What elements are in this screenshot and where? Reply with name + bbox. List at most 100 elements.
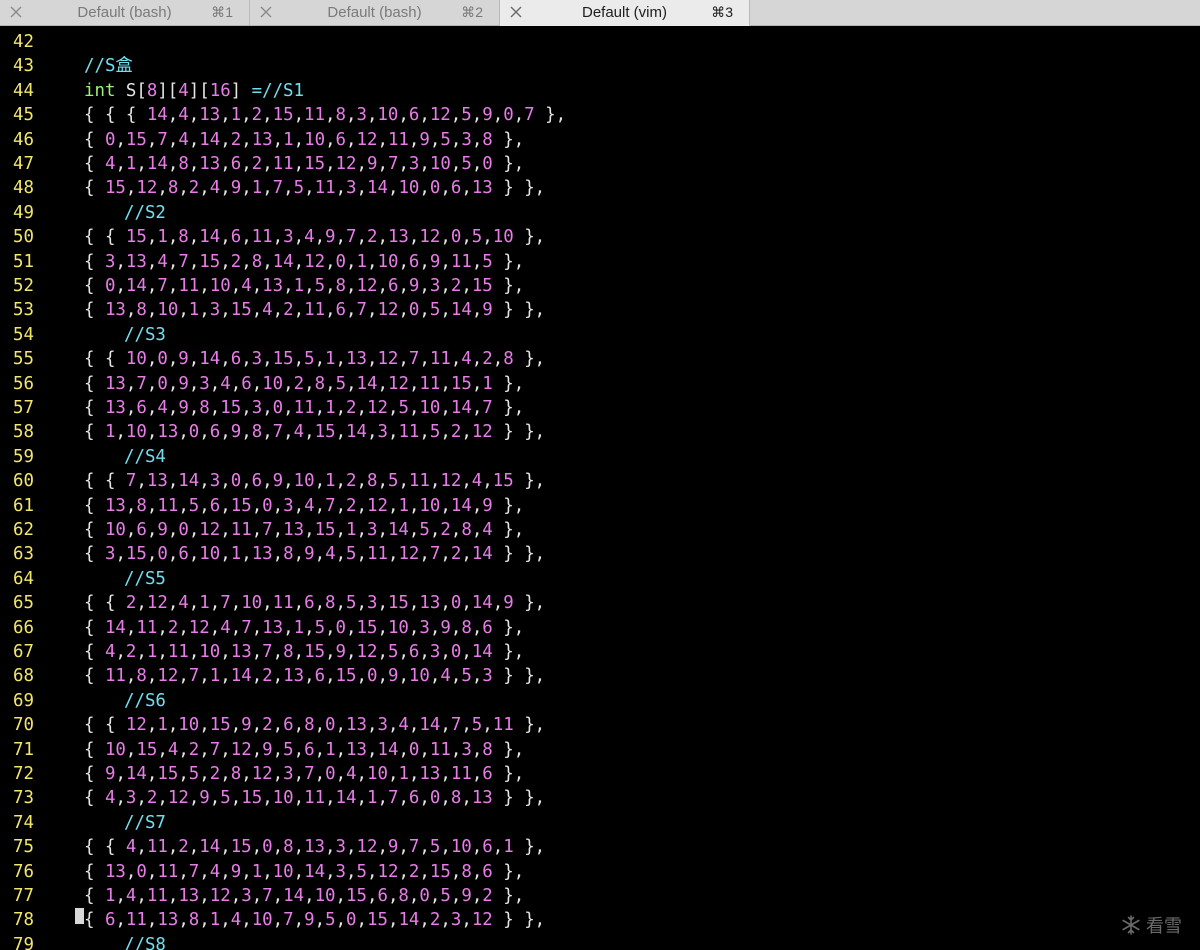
editor-line[interactable]: 50 { { 15,1,8,14,6,11,3,4,9,7,2,13,12,0,5…: [0, 225, 1200, 249]
tab-bash-1[interactable]: Default (bash) ⌘1: [0, 0, 250, 26]
line-code: //S6: [124, 690, 166, 711]
tab-vim-3[interactable]: Default (vim) ⌘3: [500, 0, 750, 26]
editor-line[interactable]: 79 //S8: [0, 933, 1200, 950]
editor-line[interactable]: 64 //S5: [0, 567, 1200, 591]
editor-line[interactable]: 47 { 4,1,14,8,13,6,2,11,15,12,9,7,3,10,5,…: [0, 152, 1200, 176]
line-number: 54: [13, 324, 34, 345]
line-number: 44: [13, 80, 34, 101]
editor-line[interactable]: 66 { 14,11,2,12,4,7,13,1,5,0,15,10,3,9,8,…: [0, 616, 1200, 640]
editor-line[interactable]: 60 { { 7,13,14,3,0,6,9,10,1,2,8,5,11,12,4…: [0, 469, 1200, 493]
line-code: { 10,15,4,2,7,12,9,5,6,1,13,14,0,11,3,8 …: [84, 739, 525, 760]
line-number: 73: [13, 788, 34, 809]
editor-line[interactable]: 70 { { 12,1,10,15,9,2,6,8,0,13,3,4,14,7,5…: [0, 713, 1200, 737]
line-code: { { 12,1,10,15,9,2,6,8,0,13,3,4,14,7,5,1…: [84, 715, 546, 736]
line-number: 74: [13, 812, 34, 833]
editor-line[interactable]: 51 { 3,13,4,7,15,2,8,14,12,0,1,10,6,9,11,…: [0, 250, 1200, 274]
line-code: { 14,11,2,12,4,7,13,1,5,0,15,10,3,9,8,6 …: [84, 617, 525, 638]
line-number: 78: [13, 910, 34, 931]
editor-line[interactable]: 65 { { 2,12,4,1,7,10,11,6,8,5,3,15,13,0,1…: [0, 591, 1200, 615]
line-code: //S3: [124, 324, 166, 345]
line-number: 66: [13, 617, 34, 638]
editor-line[interactable]: 76 { 13,0,11,7,4,9,1,10,14,3,5,12,2,15,8,…: [0, 860, 1200, 884]
watermark: 看雪: [1120, 912, 1182, 938]
line-number: 48: [13, 178, 34, 199]
line-number: 68: [13, 666, 34, 687]
line-code: { { 15,1,8,14,6,11,3,4,9,7,2,13,12,0,5,1…: [84, 227, 546, 248]
line-number: 55: [13, 349, 34, 370]
editor-line[interactable]: 52 { 0,14,7,11,10,4,13,1,5,8,12,6,9,3,2,1…: [0, 274, 1200, 298]
line-number: 43: [13, 56, 34, 77]
line-number: 58: [13, 422, 34, 443]
line-code: { 9,14,15,5,2,8,12,3,7,0,4,10,1,13,11,6 …: [84, 764, 525, 784]
line-number: 56: [13, 373, 34, 394]
line-number: 67: [13, 642, 34, 662]
line-code: { { 7,13,14,3,0,6,9,10,1,2,8,5,11,12,4,1…: [84, 471, 546, 492]
line-number: 69: [13, 690, 34, 711]
line-number: 42: [13, 32, 34, 52]
editor-line[interactable]: 69 //S6: [0, 689, 1200, 713]
text-cursor: [75, 908, 84, 924]
line-code: { 11,8,12,7,1,14,2,13,6,15,0,9,10,4,5,3 …: [84, 666, 546, 687]
line-number: 46: [13, 129, 34, 150]
line-code: { 13,0,11,7,4,9,1,10,14,3,5,12,2,15,8,6 …: [84, 861, 525, 882]
tab-shortcut: ⌘2: [461, 4, 483, 20]
line-code: { { 4,11,2,14,15,0,8,13,3,12,9,7,5,10,6,…: [84, 837, 546, 858]
line-code: { 15,12,8,2,4,9,1,7,5,11,3,14,10,0,6,13 …: [84, 178, 546, 199]
line-number: 49: [13, 202, 34, 223]
editor-line[interactable]: 43 //S盒: [0, 54, 1200, 78]
editor-line[interactable]: 72 { 9,14,15,5,2,8,12,3,7,0,4,10,1,13,11,…: [0, 762, 1200, 786]
line-code: { { 10,0,9,14,6,3,15,5,1,13,12,7,11,4,2,…: [84, 349, 546, 370]
line-number: 71: [13, 739, 34, 760]
line-number: 76: [13, 861, 34, 882]
line-number: 63: [13, 544, 34, 565]
line-number: 60: [13, 471, 34, 492]
tab-bash-2[interactable]: Default (bash) ⌘2: [250, 0, 500, 26]
line-code: { 0,14,7,11,10,4,13,1,5,8,12,6,9,3,2,15 …: [84, 276, 525, 296]
editor-line[interactable]: 68 { 11,8,12,7,1,14,2,13,6,15,0,9,10,4,5,…: [0, 664, 1200, 688]
editor-line[interactable]: 61 { 13,8,11,5,6,15,0,3,4,7,2,12,1,10,14,…: [0, 494, 1200, 518]
editor-line[interactable]: 63 { 3,15,0,6,10,1,13,8,9,4,5,11,12,7,2,1…: [0, 542, 1200, 566]
editor-line[interactable]: 42: [0, 30, 1200, 54]
line-number: 53: [13, 300, 34, 321]
editor-line[interactable]: 54 //S3: [0, 323, 1200, 347]
line-code: //S2: [124, 202, 166, 223]
editor-line[interactable]: 57 { 13,6,4,9,8,15,3,0,11,1,2,12,5,10,14,…: [0, 396, 1200, 420]
line-number: 52: [13, 276, 34, 296]
editor-line[interactable]: 55 { { 10,0,9,14,6,3,15,5,1,13,12,7,11,4,…: [0, 347, 1200, 371]
line-code: //S盒: [84, 56, 133, 77]
editor-line[interactable]: 78 { 6,11,13,8,1,4,10,7,9,5,0,15,14,2,3,1…: [0, 908, 1200, 932]
editor-line[interactable]: 56 { 13,7,0,9,3,4,6,10,2,8,5,14,12,11,15,…: [0, 372, 1200, 396]
line-code: { 4,1,14,8,13,6,2,11,15,12,9,7,3,10,5,0 …: [84, 154, 525, 174]
tab-bar: Default (bash) ⌘1 Default (bash) ⌘2 Defa…: [0, 0, 1200, 26]
line-code: { 13,8,11,5,6,15,0,3,4,7,2,12,1,10,14,9 …: [84, 495, 525, 516]
line-code: { 3,13,4,7,15,2,8,14,12,0,1,10,6,9,11,5 …: [84, 251, 525, 272]
line-code: //S5: [124, 568, 166, 589]
line-number: 79: [13, 934, 34, 950]
editor-line[interactable]: 62 { 10,6,9,0,12,11,7,13,15,1,3,14,5,2,8,…: [0, 518, 1200, 542]
editor-line[interactable]: 71 { 10,15,4,2,7,12,9,5,6,1,13,14,0,11,3,…: [0, 738, 1200, 762]
editor-line[interactable]: 58 { 1,10,13,0,6,9,8,7,4,15,14,3,11,5,2,1…: [0, 420, 1200, 444]
editor-line[interactable]: 74 //S7: [0, 811, 1200, 835]
snowflake-icon: [1122, 915, 1140, 935]
editor-line[interactable]: 73 { 4,3,2,12,9,5,15,10,11,14,1,7,6,0,8,1…: [0, 786, 1200, 810]
line-code: { 13,6,4,9,8,15,3,0,11,1,2,12,5,10,14,7 …: [84, 398, 525, 418]
line-code: { 13,8,10,1,3,15,4,2,11,6,7,12,0,5,14,9 …: [84, 300, 546, 321]
editor-line[interactable]: 45 { { { 14,4,13,1,2,15,11,8,3,10,6,12,5,…: [0, 103, 1200, 127]
editor-line[interactable]: 75 { { 4,11,2,14,15,0,8,13,3,12,9,7,5,10,…: [0, 835, 1200, 859]
line-number: 72: [13, 764, 34, 784]
line-code: { 4,3,2,12,9,5,15,10,11,14,1,7,6,0,8,13 …: [84, 788, 546, 809]
line-number: 45: [13, 105, 34, 126]
tab-shortcut: ⌘1: [211, 4, 233, 20]
line-number: 70: [13, 715, 34, 736]
line-code: //S7: [124, 812, 166, 833]
editor-line[interactable]: 48 { 15,12,8,2,4,9,1,7,5,11,3,14,10,0,6,1…: [0, 176, 1200, 200]
editor-line[interactable]: 59 //S4: [0, 445, 1200, 469]
editor-line[interactable]: 67 { 4,2,1,11,10,13,7,8,15,9,12,5,6,3,0,1…: [0, 640, 1200, 664]
editor-line[interactable]: 49 //S2: [0, 201, 1200, 225]
editor-line[interactable]: 53 { 13,8,10,1,3,15,4,2,11,6,7,12,0,5,14,…: [0, 298, 1200, 322]
vim-editor[interactable]: 42 43 //S盒 44 int S[8][4][16] =//S1 45 { { { 1…: [0, 26, 1200, 950]
editor-line[interactable]: 46 { 0,15,7,4,14,2,13,1,10,6,12,11,9,5,3,…: [0, 128, 1200, 152]
editor-line[interactable]: 77 { 1,4,11,13,12,3,7,14,10,15,6,8,0,5,9,…: [0, 884, 1200, 908]
editor-line[interactable]: 44 int S[8][4][16] =//S1: [0, 79, 1200, 103]
line-code: int S[8][4][16] =//S1: [84, 80, 304, 101]
